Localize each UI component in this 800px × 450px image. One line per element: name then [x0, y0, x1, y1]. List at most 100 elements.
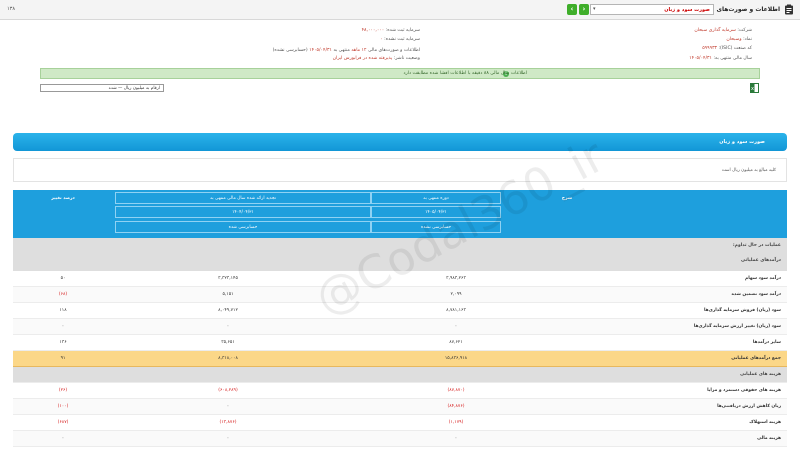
cell-c2: ۵,۱۵۱ — [222, 292, 234, 297]
cell-c1: ۰ — [454, 436, 458, 441]
status-value: پذیرفته شده در فرابورس ایران — [332, 56, 393, 61]
table-row: درآمد سود سهام ۳,۹۸۳,۲۶۳ ۳,۳۲۳,۱۴۵ ۵۰ — [13, 271, 787, 287]
chevron-down-icon: ▾ — [593, 6, 596, 12]
reg-capital-row: سرمایه ثبت شده: ۴۸,۰۰۰,۰۰۰ — [361, 28, 420, 33]
symbol-row: نماد: وسبحان — [726, 37, 752, 42]
row-description: سایر درآمدها — [752, 340, 781, 345]
section-operating-expenses: هزینه های عملیاتی — [13, 367, 787, 383]
cell-c2: ۰ — [226, 436, 230, 441]
col1-audit: حسابرسی نشده — [371, 221, 501, 233]
next-button[interactable]: › — [579, 4, 589, 15]
match-alert: i اطلاعات سال مالی ۸۸ دقیقه با اطلاعات ا… — [40, 68, 760, 79]
symbol-value: وسبحان — [726, 37, 742, 42]
cell-c2: ۰ — [226, 324, 230, 329]
top-bar: اطلاعات و صورت‌های مالی صورت سود و زیان … — [0, 0, 800, 20]
cell-c3: (۲۶) — [58, 388, 68, 393]
row-description: هزینه استهلاک — [749, 420, 781, 425]
section-operating-income: درآمدهای عملیاتی — [740, 258, 781, 263]
audit-status: (حسابرسی نشده) — [272, 48, 308, 53]
isic-row: کد صنعت (ISIC): ۵۹۹۹۳۳ — [702, 46, 752, 51]
unit-note: کلیه مبالغ به میلیون ریال است — [721, 168, 776, 173]
col2-title: تجدید ارائه شده سال مالی منتهی به — [115, 192, 371, 204]
col2-date: ۱۴۰۴/۰۴/۳۱ — [115, 206, 371, 218]
header-desc: شرح — [561, 196, 573, 201]
page-number: ۱۳۸ — [7, 6, 16, 12]
svg-text:x: x — [751, 86, 754, 92]
cell-c3: ۵۰ — [60, 276, 66, 281]
cell-c1: (۸۷,۸۷۰) — [447, 388, 465, 393]
cell-c3: (۱۰۰) — [57, 404, 69, 409]
cell-c2: ۰ — [226, 404, 230, 409]
cell-c1: ۱۵,۸۳۶,۹۱۸ — [444, 356, 468, 361]
unreg-capital-value: ۰ — [380, 37, 383, 42]
panel-header: صورت سود و زیان — [13, 133, 787, 151]
section-continuing-ops: عملیات در حال تداوم: — [732, 243, 781, 248]
clipboard-icon — [785, 4, 793, 15]
cell-c3: ۰ — [61, 436, 65, 441]
col2-audit: حسابرسی شده — [115, 221, 371, 233]
table-row: هزینه های حقوقی دستمزد و مزایا (۸۷,۸۷۰) (۶… — [13, 383, 787, 399]
table-header: شرح درصد تغییر دوره منتهی به ۱۴۰۵/۰۴/۳۱ … — [13, 190, 787, 238]
cell-c3: (۶۸۷) — [57, 420, 69, 425]
row-description: جمع درآمدهای عملیاتی — [731, 356, 781, 361]
report-type-value: صورت سود و زیان — [664, 7, 710, 13]
cell-c2: ۳۵,۶۵۱ — [221, 340, 235, 345]
cell-c1: ۲,۰۹۹ — [450, 292, 462, 297]
row-description: هزینه های حقوقی دستمزد و مزایا — [707, 388, 781, 393]
table-row: سایر درآمدها ۸۷,۶۲۱ ۳۵,۶۵۱ ۱۳۶ — [13, 335, 787, 351]
row-description: هزینه مالی — [757, 436, 781, 441]
unreg-capital-row: سرمایه ثبت نشده: ۰ — [380, 37, 420, 42]
row-description: سود (زیان) فروش سرمایه گذاری‌ها — [704, 308, 781, 313]
company-name: سرمایه گذاری سبحان — [694, 28, 736, 33]
panel-note-box: کلیه مبالغ به میلیون ریال است — [13, 158, 787, 182]
year-end-row: سال مالی منتهی به: ۱۴۰۵/۰۴/۳۱ — [689, 56, 752, 61]
unit-field[interactable]: ارقام به میلیون ریال — شده — [40, 84, 164, 92]
cell-c2: ۸,۰۴۹,۷۱۲ — [218, 308, 238, 313]
cell-c2: ۳,۳۲۳,۱۴۵ — [218, 276, 238, 281]
months-value: ۱۲ ماهه — [351, 48, 367, 53]
header-change: درصد تغییر — [51, 196, 75, 201]
cell-c2: (۱۳,۸۷۶) — [219, 420, 237, 425]
cell-c1: ۸۷,۶۲۱ — [449, 340, 463, 345]
section-header: عملیات در حال تداوم: درآمدهای عملیاتی — [13, 238, 787, 271]
prev-button[interactable]: ‹ — [567, 4, 577, 15]
row-description: زیان کاهش ارزش دریافتنی‌ها — [717, 404, 781, 409]
cell-c3: ۱۳۶ — [59, 340, 67, 345]
year-end-value: ۱۴۰۵/۰۴/۳۱ — [689, 56, 712, 61]
reg-capital-value: ۴۸,۰۰۰,۰۰۰ — [361, 28, 385, 33]
table-row: درآمد سود تضمین شده ۲,۰۹۹ ۵,۱۵۱ (۶۸) — [13, 287, 787, 303]
table-row: هزینه مالی ۰ ۰ ۰ — [13, 431, 787, 447]
cell-c2: ۸,۳۱۸,۰۰۸ — [218, 356, 238, 361]
page: اطلاعات و صورت‌های مالی صورت سود و زیان … — [0, 0, 800, 450]
cell-c1: ۰ — [454, 324, 458, 329]
section-label: هزینه های عملیاتی — [740, 372, 781, 377]
isic-value: ۵۹۹۹۳۳ — [702, 46, 718, 51]
row-description: درآمد سود سهام — [744, 276, 781, 281]
period-end-value: ۱۴۰۵/۰۴/۳۱ — [309, 48, 332, 53]
table-row: زیان کاهش ارزش دریافتنی‌ها (۸۴,۸۷۶) ۰ (۱۰۰) — [13, 399, 787, 415]
panel-title: صورت سود و زیان — [719, 139, 765, 145]
excel-export-icon[interactable]: x — [750, 83, 759, 93]
total-row: جمع درآمدهای عملیاتی ۱۵,۸۳۶,۹۱۸ ۸,۳۱۸,۰۰۸ ۹… — [13, 351, 787, 367]
cell-c3: ۰ — [61, 324, 65, 329]
cell-c1: ۳,۹۸۳,۲۶۳ — [446, 276, 466, 281]
cell-c1: (۱,۱۷۹) — [448, 420, 464, 425]
row-description: سود (زیان) تغییر ارزش سرمایه گذاری‌ها — [693, 324, 781, 329]
col1-title: دوره منتهی به — [371, 192, 501, 204]
cell-c3: (۶۸) — [58, 292, 68, 297]
cell-c2: (۶۰۸,۲۸۹) — [218, 388, 238, 393]
alert-text: اطلاعات سال مالی ۸۸ دقیقه با اطلاعات افش… — [403, 71, 527, 76]
cell-c1: (۸۴,۸۷۶) — [447, 404, 465, 409]
status-row: وضعیت ناشر: پذیرفته شده در فرابورس ایران — [332, 56, 420, 61]
cell-c1: ۸,۷۸۱,۱۶۳ — [446, 308, 466, 313]
company-row: شرکت: سرمایه گذاری سبحان — [694, 28, 752, 33]
cell-c3: ۱۱۸ — [59, 308, 67, 313]
report-period-row: اطلاعات و صورت‌های مالی ۱۲ ماهه منتهی به… — [272, 48, 420, 53]
table-row: هزینه استهلاک (۱,۱۷۹) (۱۳,۸۷۶) (۶۸۷) — [13, 415, 787, 431]
table-row: سود (زیان) فروش سرمایه گذاری‌ها ۸,۷۸۱,۱۶۳… — [13, 303, 787, 319]
col1-date: ۱۴۰۵/۰۴/۳۱ — [371, 206, 501, 218]
table-row: سود (زیان) تغییر ارزش سرمایه گذاری‌ها ۰ ۰ ۰ — [13, 319, 787, 335]
row-description: درآمد سود تضمین شده — [731, 292, 781, 297]
report-type-select[interactable]: صورت سود و زیان ▾ — [590, 4, 714, 15]
cell-c3: ۹۱ — [60, 356, 66, 361]
